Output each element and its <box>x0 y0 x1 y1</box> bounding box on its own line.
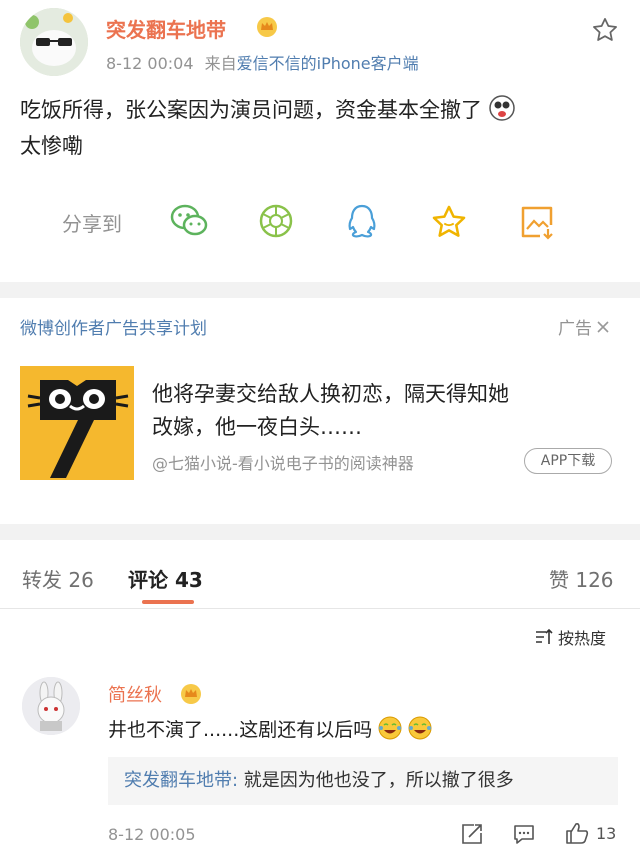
post-author-avatar[interactable] <box>20 8 88 76</box>
star-icon[interactable] <box>591 16 619 44</box>
post-source-app[interactable]: 爱信不信的iPhone客户端 <box>237 54 419 73</box>
reply-author[interactable]: 突发翻车地带: <box>124 770 238 791</box>
sort-icon <box>534 628 554 646</box>
favorite-star-icon[interactable] <box>430 203 468 241</box>
tab-comment-count: 43 <box>174 568 203 592</box>
tab-repost-count: 26 <box>68 568 94 592</box>
ad-title-line1: 他将孕妻交给敌人换初恋，隔天得知她 <box>152 382 509 406</box>
tab-repost-label: 转发 <box>22 568 62 592</box>
moments-icon[interactable] <box>258 203 294 239</box>
share-label: 分享到 <box>62 212 122 236</box>
tab-like-label: 赞 <box>549 568 569 592</box>
comment-text: 井也不演了......这剧还有以后吗 <box>108 715 432 742</box>
sort-label: 按热度 <box>558 629 607 648</box>
post-meta: 8-12 00:04 来自爱信不信的iPhone客户端 <box>106 50 419 74</box>
ad-tag-label: 广告 <box>558 319 592 339</box>
dizzy-emoji-icon <box>488 95 515 121</box>
laugh-cry-emoji-icon <box>408 716 432 740</box>
tab-comment-label: 评论 <box>128 568 168 592</box>
tab-like-count: 126 <box>575 568 614 592</box>
close-icon[interactable] <box>595 319 611 335</box>
comment-text-body: 井也不演了......这剧还有以后吗 <box>108 719 373 741</box>
comment-icon[interactable] <box>512 823 536 845</box>
thumbs-up-icon <box>564 821 590 845</box>
comment-like-button[interactable]: 13 <box>564 821 616 845</box>
repost-icon[interactable] <box>460 823 484 845</box>
interaction-tabs: 转发 26 评论 43 赞 126 <box>0 540 640 609</box>
comment-like-count: 13 <box>596 823 617 843</box>
tab-comment-underline <box>142 600 194 604</box>
post-author-name[interactable]: 突发翻车地带 <box>106 14 226 43</box>
reply-text: 就是因为他也没了，所以撤了很多 <box>238 770 514 791</box>
ad-title-line2: 改嫁，他一夜白头…… <box>152 415 362 439</box>
image-download-icon[interactable] <box>518 203 556 241</box>
ad-source: @七猫小说-看小说电子书的阅读神器 <box>152 454 414 473</box>
sort-button[interactable]: 按热度 <box>534 625 606 649</box>
ad-card[interactable]: 微博创作者广告共享计划 广告 他将孕妻交给敌人换初恋，隔天得知她 改嫁，他一夜白… <box>0 298 640 524</box>
comment-time: 8-12 00:05 <box>108 825 196 844</box>
qq-icon[interactable] <box>344 203 380 241</box>
comment-section: 按热度 简丝秋 井也不演了......这剧还有以后吗 突发翻车地带: 就是因为他… <box>0 609 640 865</box>
wechat-icon[interactable] <box>170 203 208 239</box>
ad-program: 微博创作者广告共享计划 <box>20 319 207 339</box>
app-download-button[interactable]: APP下载 <box>524 448 612 474</box>
reply-preview[interactable]: 突发翻车地带: 就是因为他也没了，所以撤了很多 <box>108 757 618 805</box>
post-text-line2: 太惨嘞 <box>20 134 83 158</box>
vip-crown-icon <box>256 16 278 38</box>
tab-repost[interactable]: 转发 26 <box>22 564 94 593</box>
vip-crown-icon <box>180 683 202 705</box>
comment-author-avatar[interactable] <box>22 677 80 735</box>
ad-title[interactable]: 他将孕妻交给敌人换初恋，隔天得知她 改嫁，他一夜白头…… <box>152 378 509 444</box>
post-text-line1: 吃饭所得，张公案因为演员问题，资金基本全撤了 <box>20 98 482 122</box>
post-source-prefix: 来自 <box>204 54 237 73</box>
ad-logo[interactable] <box>20 366 134 480</box>
ad-tag[interactable]: 广告 <box>558 314 611 339</box>
tab-comment[interactable]: 评论 43 <box>128 564 203 593</box>
laugh-cry-emoji-icon <box>378 716 402 740</box>
post-card: 突发翻车地带 8-12 00:04 来自爱信不信的iPhone客户端 吃饭所得，… <box>0 0 640 282</box>
tab-like[interactable]: 赞 126 <box>549 564 614 593</box>
comment-author-name[interactable]: 简丝秋 <box>108 681 162 707</box>
post-time: 8-12 00:04 <box>106 54 194 73</box>
post-text: 吃饭所得，张公案因为演员问题，资金基本全撤了 太惨嘞 <box>20 92 515 164</box>
